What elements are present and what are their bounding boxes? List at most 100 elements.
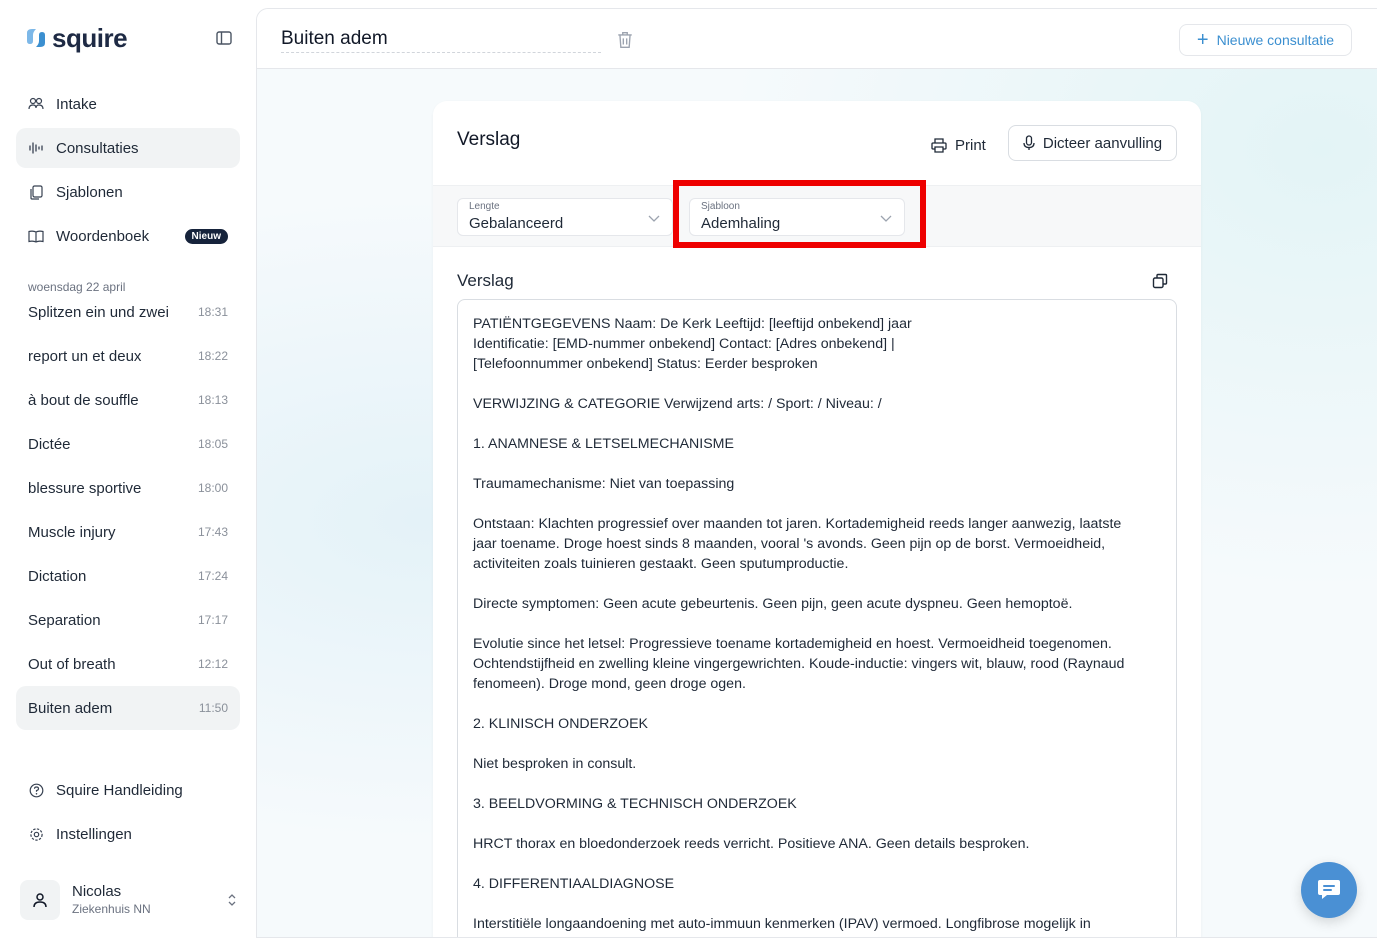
history-item-time: 18:13 xyxy=(197,393,228,407)
report-section-label: Verslag xyxy=(457,271,514,290)
nav-label: Woordenboek xyxy=(56,227,150,245)
history-item-title: Muscle injury xyxy=(28,523,116,541)
history-item-time: 17:17 xyxy=(197,613,228,627)
printer-icon xyxy=(931,137,947,153)
consultation-title-input[interactable] xyxy=(281,25,601,53)
report-line xyxy=(473,734,1161,754)
bottom-nav: Squire Handleiding Instellingen xyxy=(16,770,240,858)
document-icon xyxy=(28,184,44,200)
history-item-title: Dictation xyxy=(28,567,87,585)
history-item-title: Separation xyxy=(28,611,101,629)
avatar xyxy=(20,880,60,920)
template-select[interactable]: Sjabloon Ademhaling xyxy=(689,198,905,236)
chat-button[interactable] xyxy=(1301,862,1357,918)
dictate-addition-button[interactable]: Dicteer aanvulling xyxy=(1008,125,1177,161)
collapse-sidebar-button[interactable] xyxy=(214,28,234,48)
users-icon xyxy=(28,96,44,112)
length-select[interactable]: Lengte Gebalanceerd xyxy=(457,198,673,236)
nav-item-woordenboek[interactable]: Woordenboek Nieuw xyxy=(16,216,240,256)
history-item[interactable]: Separation 17:17 xyxy=(16,598,240,642)
chevron-down-icon xyxy=(648,215,660,222)
user-name: Nicolas xyxy=(72,883,122,900)
dictate-label: Dicteer aanvulling xyxy=(1042,134,1163,152)
report-line: HRCT thorax en bloedonderzoek reeds verr… xyxy=(473,836,1030,852)
history-item[interactable]: Muscle injury 17:43 xyxy=(16,510,240,554)
report-line: Traumamechanisme: Niet van toepassing xyxy=(473,476,735,492)
history-item-title: report un et deux xyxy=(28,347,142,365)
nav-item-intake[interactable]: Intake xyxy=(16,84,240,124)
nav-label: Instellingen xyxy=(56,825,132,843)
nav-label: Consultaties xyxy=(56,139,139,157)
report-line: Evolutie since het letsel: Progressieve … xyxy=(473,636,1112,652)
report-line xyxy=(473,814,1161,834)
history-item[interactable]: report un et deux 18:22 xyxy=(16,334,240,378)
history-item-time: 18:05 xyxy=(197,437,228,451)
template-select-value: Ademhaling xyxy=(701,215,781,232)
report-line: VERWIJZING & CATEGORIE Verwijzend arts: … xyxy=(473,396,882,412)
history-item-title: blessure sportive xyxy=(28,479,142,497)
length-select-value: Gebalanceerd xyxy=(469,215,564,232)
history-item-title: Splitzen ein und zwei xyxy=(28,303,169,321)
print-label: Print xyxy=(955,136,986,154)
nav-item-instellingen[interactable]: Instellingen xyxy=(16,814,240,854)
chat-bubble-icon xyxy=(1318,880,1340,899)
history-item-title: Out of breath xyxy=(28,655,116,673)
print-button[interactable]: Print xyxy=(931,133,986,157)
report-line: jaar toename. Droge hoest sinds 8 maande… xyxy=(473,536,1106,552)
history-item-time: 18:00 xyxy=(197,481,228,495)
report-line: [Telefoonnummer onbekend] Status: Eerder… xyxy=(473,356,818,372)
history-item-title: à bout de souffle xyxy=(28,391,139,409)
new-consultation-label: Nieuwe consultatie xyxy=(1216,32,1335,48)
nav-item-consultaties[interactable]: Consultaties xyxy=(16,128,240,168)
history-item-time: 18:31 xyxy=(197,305,228,319)
report-line xyxy=(473,894,1161,914)
copy-icon[interactable] xyxy=(1152,273,1168,289)
history-item-time: 11:50 xyxy=(198,701,228,715)
report-line: Niet besproken in consult. xyxy=(473,756,637,772)
report-line xyxy=(473,854,1161,874)
history-item[interactable]: blessure sportive 18:00 xyxy=(16,466,240,510)
app-name: squire xyxy=(52,23,128,53)
report-textarea[interactable]: PATIËNTGEGEVENS Naam: De Kerk Leeftijd: … xyxy=(457,299,1177,937)
history-item[interactable]: à bout de souffle 18:13 xyxy=(16,378,240,422)
history-item-title: Dictée xyxy=(28,435,71,453)
history-item-active[interactable]: Buiten adem 11:50 xyxy=(16,686,240,730)
user-menu[interactable]: Nicolas Ziekenhuis NN xyxy=(20,880,240,920)
report-line xyxy=(473,614,1161,634)
history-item-time: 12:12 xyxy=(197,657,228,671)
user-info: Nicolas Ziekenhuis NN xyxy=(72,883,151,917)
length-select-label: Lengte xyxy=(469,201,500,212)
report-line: 1. ANAMNESE & LETSELMECHANISME xyxy=(473,436,734,452)
nav-item-sjablonen[interactable]: Sjablonen xyxy=(16,172,240,212)
chevrons-up-down-icon[interactable] xyxy=(224,890,240,910)
user-icon xyxy=(33,893,47,908)
sidebar-toggle-icon xyxy=(216,31,232,45)
microphone-icon xyxy=(1023,135,1035,150)
history-item[interactable]: Out of breath 12:12 xyxy=(16,642,240,686)
report-line: Ontstaan: Klachten progressief over maan… xyxy=(473,516,1122,532)
app-logo[interactable]: squire xyxy=(24,23,128,53)
trash-icon[interactable] xyxy=(617,31,633,49)
waveform-icon xyxy=(28,140,44,156)
gear-icon xyxy=(28,826,44,842)
help-icon xyxy=(28,782,44,798)
nav-label: Squire Handleiding xyxy=(56,781,183,799)
report-line: activiteiten zoals tuinieren gestaakt. G… xyxy=(473,556,849,572)
template-select-label: Sjabloon xyxy=(701,201,740,212)
report-line: 2. KLINISCH ONDERZOEK xyxy=(473,716,649,732)
topbar: + Nieuwe consultatie xyxy=(257,9,1377,69)
history-item[interactable]: Dictée 18:05 xyxy=(16,422,240,466)
report-card: Verslag Print Dicteer aanvulling Lengte … xyxy=(433,101,1201,937)
new-badge: Nieuw xyxy=(184,228,228,244)
new-consultation-button[interactable]: + Nieuwe consultatie xyxy=(1179,24,1352,56)
history-item[interactable]: Dictation 17:24 xyxy=(16,554,240,598)
report-line xyxy=(473,574,1161,594)
main-panel: + Nieuwe consultatie Verslag Print Dicte… xyxy=(256,8,1377,938)
nav-label: Sjablonen xyxy=(56,183,123,201)
report-line: Interstitiële longaandoening met auto-im… xyxy=(473,916,1091,932)
report-line xyxy=(473,694,1161,714)
history-item-time: 17:43 xyxy=(197,525,228,539)
filter-bar: Lengte Gebalanceerd Sjabloon Ademhaling xyxy=(433,180,1201,248)
nav-item-handleiding[interactable]: Squire Handleiding xyxy=(16,770,240,810)
history-item[interactable]: Splitzen ein und zwei 18:31 xyxy=(16,290,240,334)
